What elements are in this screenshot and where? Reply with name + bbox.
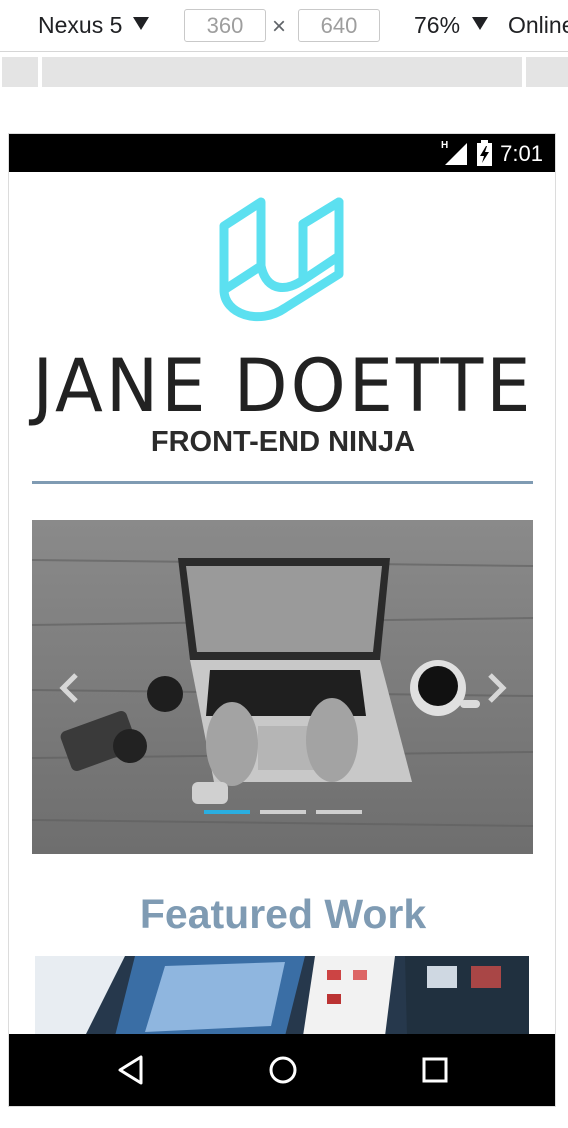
featured-work-image[interactable]	[35, 956, 529, 1036]
chevron-right-icon[interactable]	[484, 672, 508, 704]
page-subtitle: FRONT-END NINJA	[150, 426, 416, 458]
devtools-device-toolbar: Nexus 5 360 × 640 76% Online	[0, 0, 568, 52]
device-select-label[interactable]: Nexus 5	[38, 12, 122, 39]
device-viewport: H 7:01 JANE DOETTE FRONT-END NINJA Featu…	[8, 133, 556, 1107]
home-icon[interactable]	[265, 1052, 301, 1088]
udacity-logo	[219, 197, 344, 322]
chevron-down-icon[interactable]	[472, 17, 488, 30]
width-input[interactable]: 360	[184, 9, 266, 42]
battery-icon	[477, 140, 492, 166]
chevron-left-icon[interactable]	[58, 672, 82, 704]
android-navigation-bar	[9, 1034, 555, 1106]
divider	[32, 481, 533, 484]
back-icon[interactable]	[113, 1052, 149, 1088]
dimension-separator: ×	[272, 13, 287, 40]
media-query-bar	[0, 52, 568, 90]
chevron-down-icon[interactable]	[133, 17, 149, 30]
featured-heading: Featured Work	[139, 891, 427, 937]
recents-icon[interactable]	[417, 1052, 453, 1088]
status-time: 7:01	[500, 141, 543, 166]
media-query-segment[interactable]	[526, 57, 568, 87]
featured-thumbnail	[35, 956, 529, 1036]
android-status-bar: H 7:01	[9, 134, 555, 172]
signal-icon	[445, 143, 467, 165]
height-input[interactable]: 640	[298, 9, 380, 42]
page-title: JANE DOETTE	[32, 342, 534, 430]
media-query-segment[interactable]	[42, 57, 522, 87]
network-throttle-label[interactable]: Online	[508, 12, 568, 39]
image-carousel[interactable]	[32, 520, 533, 854]
carousel-slide-image	[32, 520, 533, 854]
carousel-indicator[interactable]	[260, 810, 306, 814]
carousel-indicator[interactable]	[204, 810, 250, 814]
carousel-indicator[interactable]	[316, 810, 362, 814]
zoom-select-label[interactable]: 76%	[414, 12, 460, 39]
media-query-segment[interactable]	[2, 57, 38, 87]
carousel-indicators	[204, 810, 364, 815]
